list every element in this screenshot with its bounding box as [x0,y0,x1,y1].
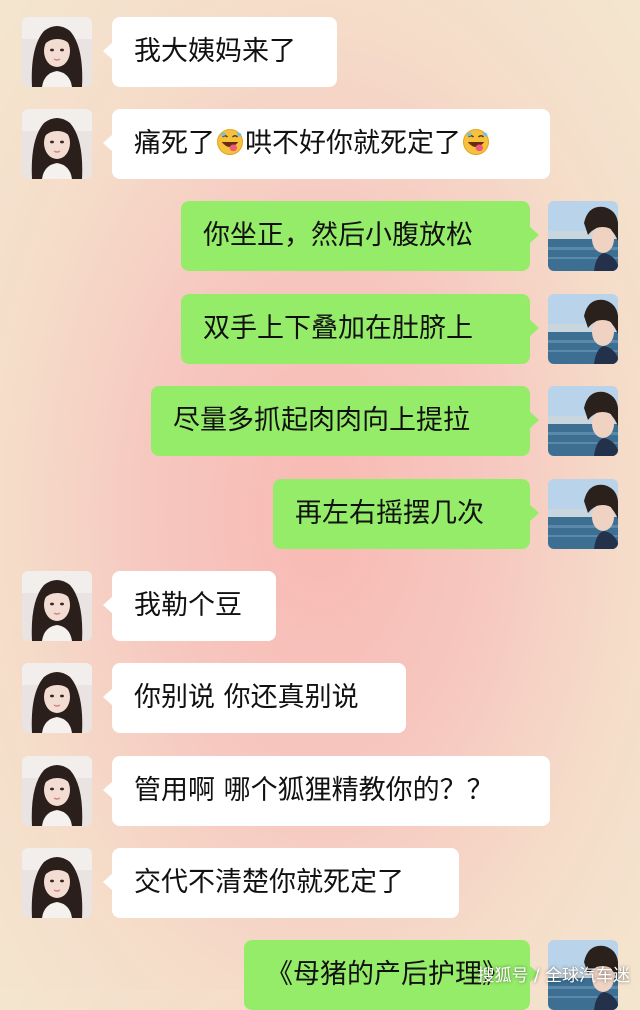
message-bubble[interactable]: 我大姨妈来了 [103,17,337,87]
boy-avatar[interactable] [548,294,618,364]
message-text: 哄不好你就死定了 [245,128,461,159]
girl-avatar[interactable] [22,109,92,179]
girl-avatar[interactable] [22,17,92,87]
message-bubble[interactable]: 尽量多抓起肉肉向上提拉 [151,386,539,456]
message-text: 我大姨妈来了 [134,36,296,67]
message-text: 再左右摇摆几次 [295,498,484,529]
message-text: 痛死了 [134,128,215,159]
message-text: 管用啊 哪个狐狸精教你的？？ [134,775,494,806]
message-bubble[interactable]: 痛死了 哄不好你就死定了 [103,109,550,179]
boy-avatar[interactable] [548,201,618,271]
girl-avatar[interactable] [22,663,92,733]
message-text: 《母猪的产后护理》 [266,959,509,990]
boy-avatar[interactable] [548,386,618,456]
boy-avatar[interactable] [548,479,618,549]
message-bubble[interactable]: 双手上下叠加在肚脐上 [181,294,539,364]
message-text: 交代不清楚你就死定了 [134,867,404,898]
message-bubble[interactable]: 再左右摇摆几次 [273,479,539,549]
message-text: 你别说 你还真别说 [134,682,359,713]
message-bubble[interactable]: 我勒个豆 [103,571,276,641]
message-text: 尽量多抓起肉肉向上提拉 [173,405,470,436]
tongue-out-laughing-emoji-icon [461,127,491,157]
girl-avatar[interactable] [22,848,92,918]
message-bubble[interactable]: 交代不清楚你就死定了 [103,848,459,918]
message-bubble[interactable]: 管用啊 哪个狐狸精教你的？？ [103,756,550,826]
watermark: 搜狐号 / 全球汽车迷 [477,966,630,986]
message-text: 你坐正，然后小腹放松 [203,220,473,251]
message-bubble[interactable]: 你坐正，然后小腹放松 [181,201,539,271]
tongue-out-laughing-emoji-icon [215,127,245,157]
girl-avatar[interactable] [22,571,92,641]
message-bubble[interactable]: 你别说 你还真别说 [103,663,406,733]
girl-avatar[interactable] [22,756,92,826]
message-text: 双手上下叠加在肚脐上 [203,313,473,344]
message-text: 我勒个豆 [134,590,242,621]
